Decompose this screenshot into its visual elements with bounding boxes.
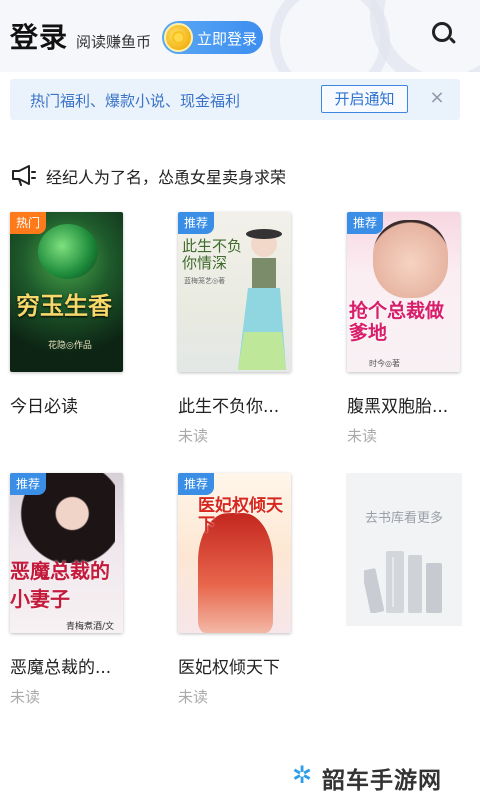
read-status: 未读 (178, 688, 209, 706)
book-title: 医妃权倾天下 (178, 658, 280, 678)
login-title[interactable]: 登录 (10, 16, 68, 56)
more-books-card[interactable]: 去书库看更多 (346, 473, 462, 626)
login-button[interactable]: 立即登录 (162, 21, 263, 54)
login-subtitle: 阅读赚鱼币 (76, 33, 152, 51)
book-card[interactable]: 推荐 此生不负你情深 蓝梅笼艺◎著 此生不负你... 未读 (178, 212, 296, 445)
book-cover[interactable]: 热门 穷玉生香 花隐◎作品 (10, 212, 123, 372)
book-title: 恶魔总裁的... (10, 658, 112, 678)
search-icon[interactable] (430, 20, 458, 48)
cover-author: 蓝梅笼艺◎著 (184, 277, 226, 285)
read-status: 未读 (10, 688, 41, 706)
recommend-badge: 推荐 (178, 212, 215, 234)
book-card[interactable]: 推荐 恶魔总裁的小妻子 青梅煮酒/文 恶魔总裁的... 未读 (10, 473, 128, 706)
book-cover[interactable]: 推荐 此生不负你情深 蓝梅笼艺◎著 (178, 212, 291, 372)
headline-news[interactable]: 经纪人为了名，怂恿女星卖身求荣 (10, 160, 450, 190)
enable-notification-button[interactable]: 开启通知 (321, 85, 408, 113)
book-cover[interactable]: 推荐 恶魔总裁的小妻子 青梅煮酒/文 (10, 473, 123, 633)
book-card[interactable]: 推荐 抢个总裁做爹地 时今◎著 腹黑双胞胎... 未读 (347, 212, 465, 445)
recommend-badge: 推荐 (347, 212, 384, 234)
hot-badge: 热门 (10, 212, 47, 234)
cover-title: 穷玉生香 (16, 292, 112, 320)
cover-title: 医妃权倾天下 (198, 496, 283, 535)
cover-author: 青梅煮酒/文 (66, 622, 115, 632)
cover-title: 此生不负你情深 (182, 237, 243, 272)
cover-title: 恶魔总裁的小妻子 (10, 559, 110, 611)
book-title: 今日必读 (10, 397, 78, 417)
close-icon[interactable]: × (427, 87, 447, 109)
coin-icon (164, 23, 193, 52)
watermark: ✲ 韶车手游网 (292, 760, 480, 794)
cover-author: 时今◎著 (369, 359, 400, 368)
read-status: 未读 (178, 427, 209, 445)
recommend-badge: 推荐 (10, 473, 47, 495)
megaphone-icon (12, 165, 36, 186)
headline-text: 经纪人为了名，怂恿女星卖身求荣 (46, 168, 287, 187)
book-title: 腹黑双胞胎... (347, 397, 449, 417)
cover-author: 花隐◎作品 (48, 341, 92, 351)
sparkle-icon: ✲ (292, 761, 313, 789)
book-card[interactable]: 热门 穷玉生香 花隐◎作品 今日必读 (10, 212, 128, 417)
bookshelf-icon (364, 551, 442, 613)
read-status: 未读 (347, 427, 378, 445)
login-button-label: 立即登录 (197, 30, 258, 48)
top-header: 登录 阅读赚鱼币 立即登录 (0, 0, 480, 72)
watermark-text: 韶车手游网 (322, 768, 442, 794)
cover-illustration (238, 229, 286, 370)
book-cover[interactable]: 推荐 医妃权倾天下 (178, 473, 291, 633)
notification-banner: 热门福利、爆款小说、现金福利 开启通知 × (10, 79, 460, 120)
more-books-label: 去书库看更多 (364, 511, 443, 526)
notification-text: 热门福利、爆款小说、现金福利 (30, 92, 241, 110)
book-cover[interactable]: 推荐 抢个总裁做爹地 时今◎著 (347, 212, 460, 372)
book-title: 此生不负你... (178, 397, 280, 417)
recommend-badge: 推荐 (178, 473, 215, 495)
cover-title: 抢个总裁做爹地 (349, 300, 445, 344)
book-card[interactable]: 推荐 医妃权倾天下 医妃权倾天下 未读 (178, 473, 296, 706)
